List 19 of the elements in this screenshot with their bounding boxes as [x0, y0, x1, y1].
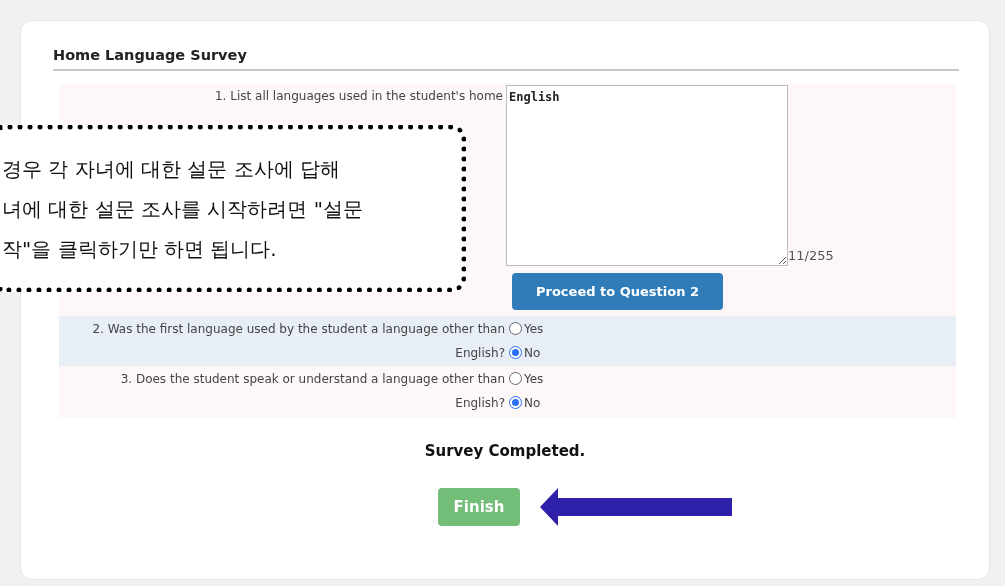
answer-field[interactable]: English [506, 84, 788, 266]
section-title: Home Language Survey [53, 45, 959, 71]
radio-button[interactable] [509, 322, 522, 336]
option-label: Yes [524, 370, 544, 388]
arrow-icon [540, 488, 732, 527]
character-counter: 11/255 [788, 247, 834, 266]
callout-text: 경우 각 자녀에 대한 설문 조사에 답해 녀에 대한 설문 조사를 시작하려면 "설문 작"을 클릭하기만 하면 됩니다. [1, 155, 363, 263]
option-label: No [524, 394, 541, 412]
radio-button[interactable] [509, 346, 522, 360]
finish-button[interactable]: Finish [438, 488, 520, 527]
question-label: 3. Does the student speak or understand a language other than English? [119, 370, 505, 412]
completion-message: Survey Completed. [424, 440, 586, 462]
option-label: Yes [524, 320, 544, 338]
radio-button[interactable] [509, 396, 522, 410]
option-label: No [524, 344, 541, 362]
question-label: 2. Was the first language used by the student a language other than English? [91, 320, 505, 362]
proceed-button[interactable]: Proceed to Question 2 [512, 272, 723, 310]
question-label: 1. List all languages used in the student's home [214, 88, 503, 103]
radio-button[interactable] [509, 372, 522, 386]
